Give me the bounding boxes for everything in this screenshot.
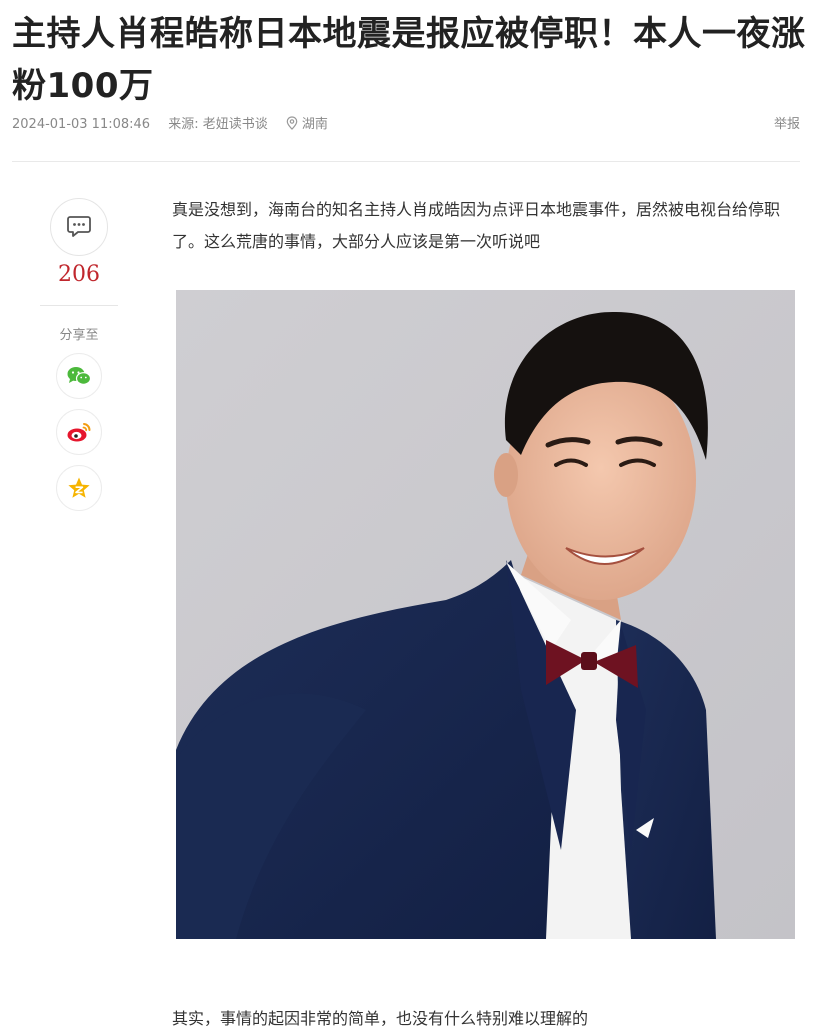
sidebar-divider [40, 305, 118, 306]
comment-icon [67, 216, 91, 237]
comment-count[interactable]: 206 [40, 262, 118, 287]
article-paragraph-next: 其实，事情的起因非常的简单，也没有什么特别难以理解的 [172, 1009, 589, 1028]
article-meta: 2024-01-03 11:08:46 来源: 老妞读书谈 湖南 举报 [12, 116, 800, 134]
host-portrait-image [176, 290, 795, 939]
article-body: 真是没想到，海南台的知名主持人肖成皓因为点评日本地震事件，居然被电视台给停职了。… [172, 194, 804, 258]
share-label: 分享至 [59, 328, 99, 343]
article-source[interactable]: 来源: 老妞读书谈 [168, 117, 268, 132]
share-qzone-button[interactable] [56, 465, 102, 511]
qzone-icon [68, 477, 90, 498]
weibo-icon [67, 423, 91, 442]
article-title: 主持人肖程皓称日本地震是报应被停职！本人一夜涨粉100万 [12, 14, 806, 106]
article-sidebar: 206 分享至 [40, 198, 118, 511]
article-paragraph: 真是没想到，海南台的知名主持人肖成皓因为点评日本地震事件，居然被电视台给停职了。… [172, 200, 781, 251]
location-pin-icon [286, 116, 298, 130]
article-photo [176, 290, 795, 939]
wechat-icon [67, 367, 92, 385]
share-wechat-button[interactable] [56, 353, 102, 399]
article-location: 湖南 [286, 116, 342, 132]
share-weibo-button[interactable] [56, 409, 102, 455]
location-label: 湖南 [301, 117, 328, 132]
comment-button[interactable] [50, 198, 108, 256]
header-divider [12, 161, 800, 162]
report-link[interactable]: 举报 [774, 116, 800, 134]
publish-date: 2024-01-03 11:08:46 [12, 117, 151, 132]
